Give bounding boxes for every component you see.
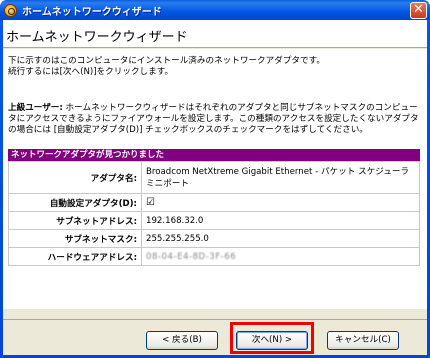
- cancel-button[interactable]: キャンセル(C): [327, 331, 399, 350]
- wizard-content: 下に示すのはこのコンピュータにインストール済みのネットワークアダプタです。 続行…: [3, 49, 427, 309]
- wizard-body: ホームネットワークウィザード 下に示すのはこのコンピュータにインストール済みのネ…: [3, 20, 427, 355]
- table-row: サブネットアドレス: 192.168.32.0: [8, 211, 420, 230]
- hardware-address-cell: 08-04-E4-8D-3F-66: [141, 247, 420, 266]
- adapter-name-label: アダプタ名:: [8, 161, 142, 194]
- adapter-info-table: アダプタ名: Broadcom NetXtreme Gigabit Ethern…: [8, 161, 420, 266]
- auto-config-adapter-label[interactable]: 自動設定アダプタ(D):: [8, 193, 142, 212]
- auto-config-cell: ☑: [141, 193, 420, 212]
- adapter-found-section-header: ネットワークアダプタが見つかりました: [8, 149, 420, 161]
- table-row: サブネットマスク: 255.255.255.0: [8, 229, 420, 248]
- wizard-window: ホームネットワークウィザード ✕ ホームネットワークウィザード 下に示すのはこの…: [0, 0, 430, 358]
- auto-config-adapter-checkbox[interactable]: ☑: [146, 197, 155, 208]
- adapter-name-value: Broadcom NetXtreme Gigabit Ethernet - パケ…: [141, 161, 420, 194]
- intro-line-1: 下に示すのはこのコンピュータにインストール済みのネットワークアダプタです。: [8, 56, 325, 66]
- subnet-mask-value: 255.255.255.0: [141, 229, 420, 248]
- hardware-address-value: 08-04-E4-8D-3F-66: [146, 251, 237, 262]
- footer-divider: [3, 319, 427, 320]
- title-bar[interactable]: ホームネットワークウィザード ✕: [0, 0, 430, 20]
- subnet-mask-label: サブネットマスク:: [8, 229, 142, 248]
- subnet-address-value: 192.168.32.0: [141, 211, 420, 230]
- wizard-header: ホームネットワークウィザード: [3, 20, 427, 48]
- back-button[interactable]: < 戻る(B): [146, 331, 218, 350]
- close-button[interactable]: ✕: [410, 2, 427, 19]
- intro-text: 下に示すのはこのコンピュータにインストール済みのネットワークアダプタです。 続行…: [8, 56, 420, 78]
- window-title: ホームネットワークウィザード: [22, 6, 162, 18]
- table-row: アダプタ名: Broadcom NetXtreme Gigabit Ethern…: [8, 161, 420, 194]
- advanced-user-label: 上級ユーザー:: [8, 103, 63, 113]
- table-row: 自動設定アダプタ(D): ☑: [8, 193, 420, 212]
- page-title: ホームネットワークウィザード: [6, 30, 188, 45]
- advanced-user-text: ホームネットワークウィザードはそれぞれのアダプタと同じサブネットマスクのコンピュ…: [8, 103, 419, 135]
- hardware-address-label: ハードウェアアドレス:: [8, 247, 142, 266]
- next-button-highlight: [230, 322, 314, 354]
- table-row: ハードウェアアドレス: 08-04-E4-8D-3F-66: [8, 247, 420, 266]
- advanced-user-note: 上級ユーザー: ホームネットワークウィザードはそれぞれのアダプタと同じサブネット…: [8, 103, 420, 136]
- network-wizard-icon: [4, 3, 17, 17]
- intro-line-2: 続行するには[次へ(N)]をクリックします。: [8, 67, 174, 77]
- subnet-address-label: サブネットアドレス:: [8, 211, 142, 230]
